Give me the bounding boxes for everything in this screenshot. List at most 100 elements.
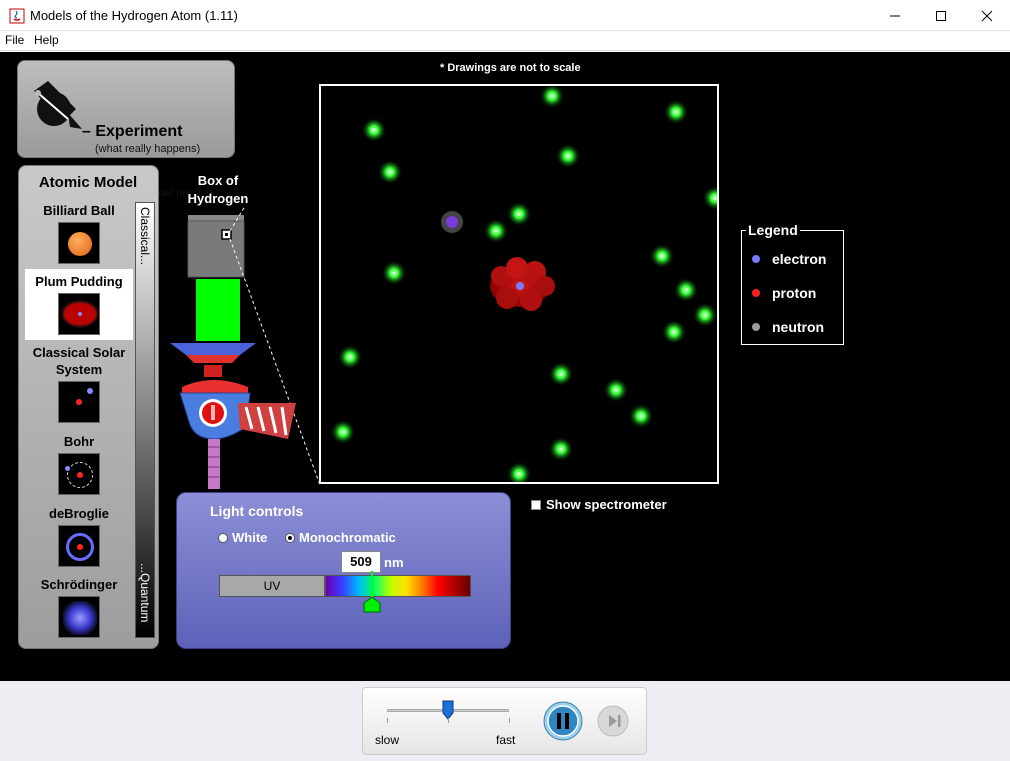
legend-neutron: neutron [752,319,824,335]
pause-button[interactable] [543,701,583,741]
legend-label: electron [772,251,827,267]
simulation-box [319,84,719,484]
radio-button[interactable] [285,532,295,543]
photon [507,462,531,482]
java-app-icon [9,8,25,24]
clock-panel: slow fast [362,687,647,755]
menu-bar: File Help [0,31,1010,51]
maximize-icon [936,10,946,21]
model-schrodinger[interactable]: Schrödinger [25,576,133,638]
experiment-sublabel: (what really happens) [95,143,201,155]
title-bar: Models of the Hydrogen Atom (1.11) [0,0,1010,31]
monochromatic-radio[interactable]: Monochromatic [285,530,396,545]
light-controls-panel: Light controls White Monochromatic 509 n… [176,492,511,649]
model-bohr[interactable]: Bohr [25,433,133,495]
photon [484,219,508,243]
maximize-button[interactable] [918,0,964,31]
close-icon [981,10,993,21]
photon [331,420,355,444]
model-label: Schrödinger [40,577,118,592]
radio-label: White [232,530,268,545]
bohr-icon[interactable] [58,453,100,495]
photon [703,186,717,210]
legend-label: neutron [772,319,825,335]
schrodinger-icon[interactable] [58,596,100,638]
tick [509,718,510,723]
wavelength-unit: nm [384,555,404,570]
checkbox-box[interactable] [531,499,541,510]
mode-switch-icon[interactable] [28,75,88,135]
legend-proton: proton [752,285,816,301]
drawings-scale-note: * Drawings are not to scale [440,62,581,74]
solar-system-icon[interactable] [58,381,100,423]
scale-quantum-label: ...Quantum [138,563,152,623]
model-billiard-ball[interactable]: Billiard Ball [25,202,133,264]
photon [629,404,653,428]
photon [378,160,402,184]
photon [362,118,386,142]
clock-control-bar: slow fast [0,681,1010,761]
simulation-area: – Experiment (what really happens) – Pre… [0,52,1010,681]
photon [693,303,717,327]
debroglie-icon[interactable] [58,525,100,567]
photon [662,320,686,344]
minimize-button[interactable] [872,0,918,31]
proton-icon [752,289,760,297]
legend-electron: electron [752,251,826,267]
speed-slider-thumb[interactable] [442,700,454,720]
step-button[interactable] [597,705,629,737]
tick [387,718,388,723]
close-button[interactable] [964,0,1010,31]
menu-help[interactable]: Help [34,33,59,47]
mode-switch-panel[interactable]: – Experiment (what really happens) – Pre… [17,60,235,199]
photon [549,437,573,461]
wavelength-spectrum[interactable] [325,575,471,597]
photon [556,144,580,168]
photon [540,86,564,108]
model-plum-pudding[interactable]: Plum Pudding [25,269,133,340]
legend-label: proton [772,285,817,301]
legend-title: Legend [746,222,800,238]
uv-photon [441,211,463,233]
photon [604,378,628,402]
model-label: Bohr [63,434,95,449]
model-label: Plum Pudding [35,274,123,289]
photon [549,362,573,386]
neutron-icon [752,323,760,331]
minimize-icon [890,15,900,16]
show-spectrometer-checkbox[interactable]: Show spectrometer [531,497,667,512]
photon [507,202,531,226]
plum-pudding-icon[interactable] [58,293,100,335]
model-label: Billiard Ball [43,203,115,218]
model-debroglie[interactable]: deBroglie [25,505,133,567]
photon-field [331,86,717,482]
box-of-hydrogen-label: Box of Hydrogen [187,173,249,206]
electron-icon [752,255,760,263]
light-gun-illustration [170,207,321,489]
wavelength-input[interactable]: 509 [341,551,381,573]
menu-file[interactable]: File [5,33,24,47]
model-label: deBroglie [49,506,109,521]
radio-label: Monochromatic [299,530,396,545]
experiment-label[interactable]: – Experiment [82,123,182,141]
window-title: Models of the Hydrogen Atom (1.11) [30,8,238,23]
photon [382,261,406,285]
photon [338,345,362,369]
billiard-ball-icon[interactable] [58,222,100,264]
speed-fast-label: fast [496,733,516,747]
white-light-radio[interactable]: White [218,530,267,545]
photon [674,278,698,302]
atomic-model-title: Atomic Model [38,174,138,191]
radio-button[interactable] [218,532,228,543]
spectrometer-label: Show spectrometer [546,497,667,512]
scale-classical-label: Classical... [138,207,152,266]
model-solar-system[interactable]: Classical Solar System [25,344,133,423]
light-controls-title: Light controls [210,503,304,519]
uv-range[interactable]: UV [219,575,325,597]
tick [448,718,449,723]
wavelength-slider-knob[interactable] [363,597,381,613]
photon [664,100,688,124]
legend: Legend electron proton neutron [741,222,844,345]
atomic-model-panel: Atomic Model Billiard Ball Plum Pudding … [18,165,159,649]
model-label: Classical Solar System [32,345,126,377]
